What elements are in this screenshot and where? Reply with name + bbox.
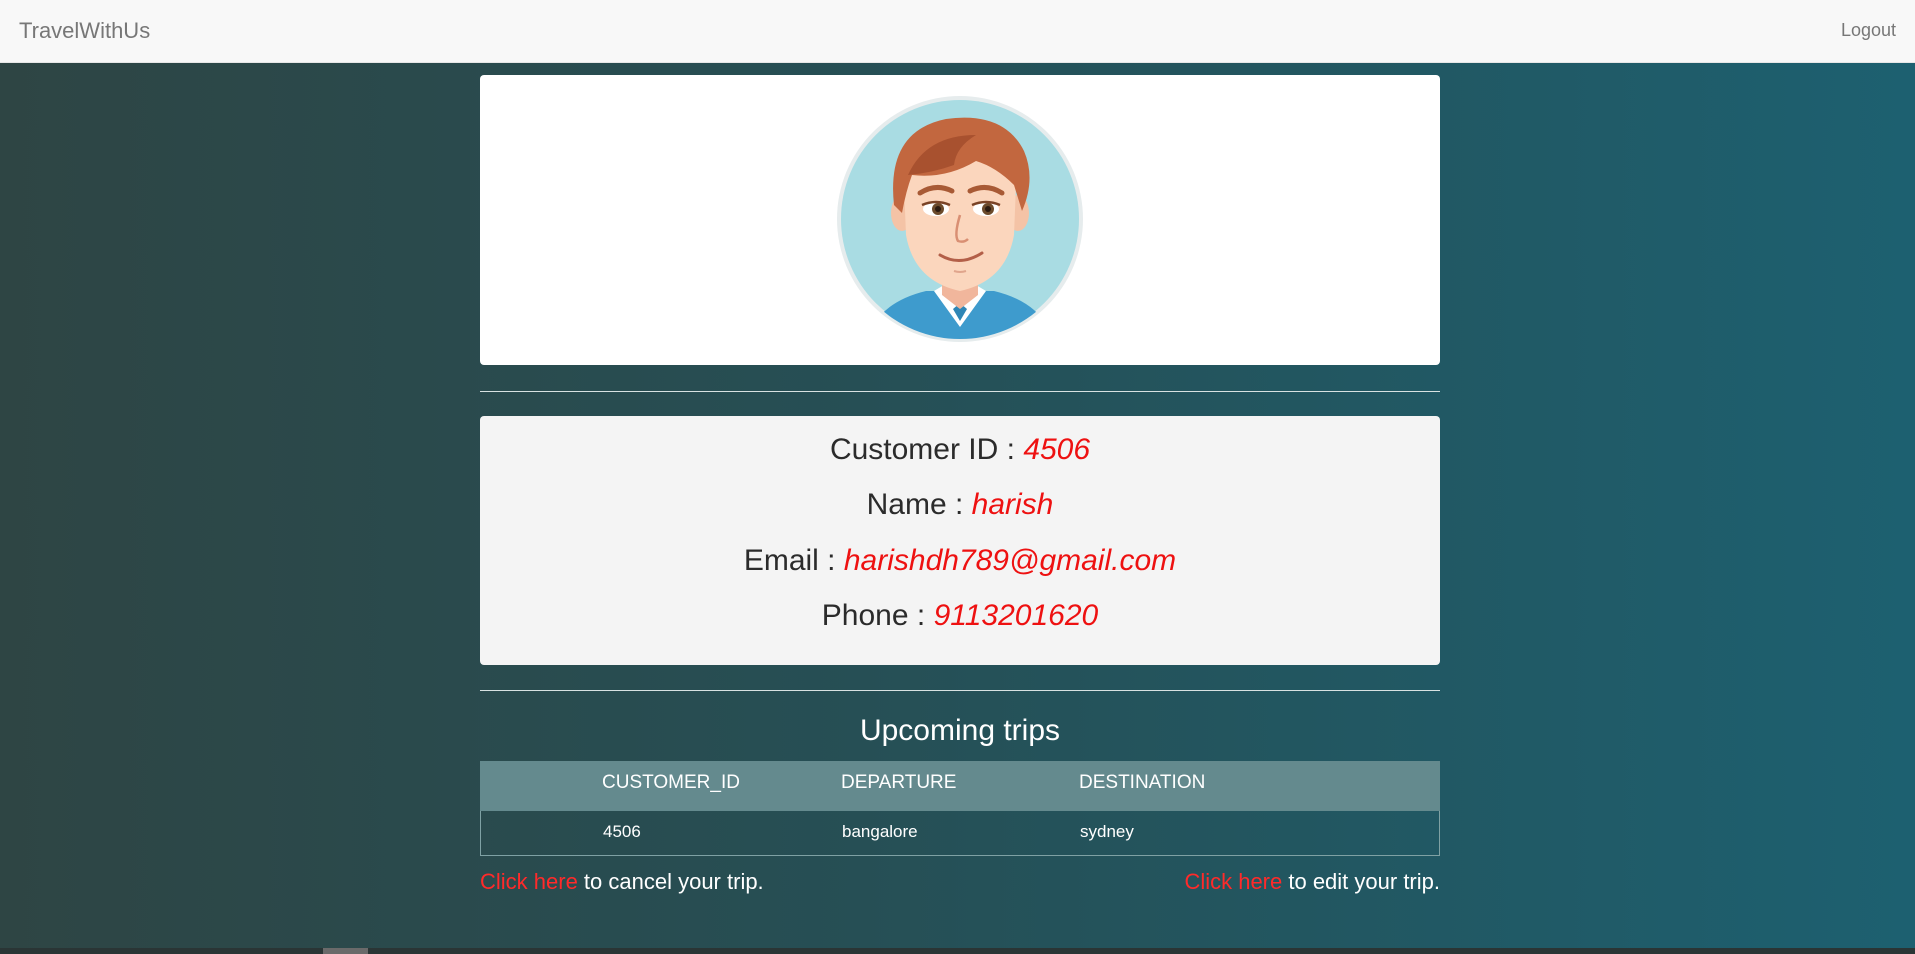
customer-id-label: Customer ID : <box>829 433 1024 466</box>
avatar-illustration-icon <box>837 96 1083 342</box>
brand-link[interactable]: TravelWithUs <box>19 18 150 44</box>
cell-destination: sydney <box>1080 822 1134 841</box>
email-value: harishdh789@gmail.com <box>843 544 1177 577</box>
phone-label: Phone : <box>821 599 934 632</box>
trips-title: Upcoming trips <box>859 714 1061 747</box>
email-label: Email : <box>743 544 844 577</box>
navbar: TravelWithUs Logout <box>0 0 1915 63</box>
avatar <box>836 95 1084 343</box>
cell-departure: bangalore <box>842 822 918 841</box>
table-row: 4506 bangalore sydney <box>480 811 1440 856</box>
name-value: harish <box>971 488 1054 521</box>
column-header-destination: DESTINATION <box>1079 772 1206 793</box>
edit-trip-text: to edit your trip. <box>1282 869 1440 894</box>
horizontal-scrollbar[interactable] <box>0 948 1915 954</box>
phone-line: Phone : 9113201620 <box>480 598 1440 634</box>
trips-table-header: CUSTOMER_ID DEPARTURE DESTINATION <box>480 761 1440 811</box>
phone-value: 9113201620 <box>933 599 1099 632</box>
name-label: Name : <box>866 488 972 521</box>
logout-link[interactable]: Logout <box>1841 20 1896 41</box>
edit-trip-link[interactable]: Click here <box>1184 869 1282 894</box>
cancel-trip-text: to cancel your trip. <box>577 869 764 894</box>
edit-trip-line: Click here to edit your trip. <box>1184 869 1440 895</box>
customer-info-card: Customer ID : 4506 Name : harish Email :… <box>480 416 1440 665</box>
cell-customer-id: 4506 <box>603 822 641 841</box>
name-line: Name : harish <box>480 487 1440 523</box>
cancel-trip-link[interactable]: Click here <box>480 869 578 894</box>
column-header-customer-id: CUSTOMER_ID <box>602 772 740 793</box>
customer-id-value: 4506 <box>1023 433 1091 466</box>
cancel-trip-line: Click here to cancel your trip. <box>480 869 764 895</box>
divider <box>480 391 1440 392</box>
column-header-departure: DEPARTURE <box>841 772 957 793</box>
customer-id-line: Customer ID : 4506 <box>480 432 1440 468</box>
divider <box>480 690 1440 691</box>
scrollbar-thumb[interactable] <box>323 948 368 954</box>
email-line: Email : harishdh789@gmail.com <box>480 543 1440 579</box>
avatar-card <box>480 75 1440 365</box>
